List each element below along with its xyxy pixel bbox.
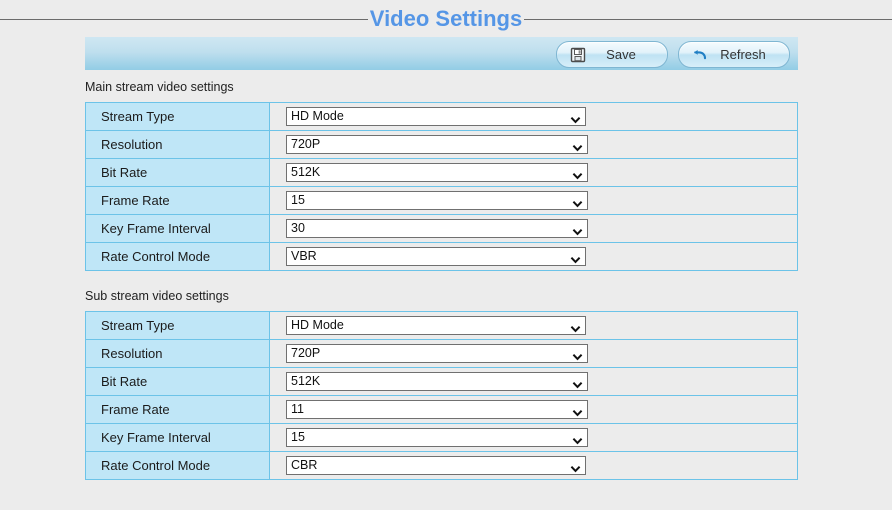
sub-frame-rate-select[interactable]: 11 — [286, 400, 588, 419]
floppy-disk-icon — [570, 47, 586, 63]
row-label: Stream Type — [86, 103, 270, 130]
chevron-down-icon — [572, 140, 583, 149]
table-row: Stream Type HD Mode — [86, 103, 797, 131]
sub-resolution-select[interactable]: 720P — [286, 344, 588, 363]
undo-arrow-icon — [692, 47, 708, 63]
main-stream-caption: Main stream video settings — [85, 79, 234, 95]
chevron-down-icon — [572, 405, 583, 414]
page-title-bar: Video Settings — [0, 4, 892, 34]
chevron-down-icon — [572, 168, 583, 177]
resolution-value: 720P — [291, 136, 320, 153]
row-value: 512K — [270, 368, 797, 395]
row-value: 30 — [270, 215, 797, 242]
refresh-button[interactable]: Refresh — [678, 41, 790, 68]
bit-rate-select[interactable]: 512K — [286, 163, 588, 182]
row-label: Rate Control Mode — [86, 452, 270, 479]
sub-stream-table: Stream Type HD Mode Resolution 720P Bit … — [85, 311, 798, 480]
sub-frame-rate-value: 11 — [291, 401, 304, 418]
row-value: 720P — [270, 131, 797, 158]
sub-key-frame-interval-value: 15 — [291, 429, 305, 446]
row-label: Bit Rate — [86, 368, 270, 395]
rate-control-mode-value: VBR — [291, 248, 317, 265]
frame-rate-select[interactable]: 15 — [286, 191, 588, 210]
row-label: Frame Rate — [86, 187, 270, 214]
row-label: Resolution — [86, 131, 270, 158]
sub-key-frame-interval-select[interactable]: 15 — [286, 428, 588, 447]
save-button[interactable]: Save — [556, 41, 668, 68]
table-row: Resolution 720P — [86, 131, 797, 159]
stream-type-value: HD Mode — [291, 108, 344, 125]
row-value: 15 — [270, 424, 797, 451]
bit-rate-value: 512K — [291, 164, 320, 181]
action-banner: Save Refresh — [85, 37, 798, 70]
chevron-down-icon — [572, 433, 583, 442]
table-row: Frame Rate 15 — [86, 187, 797, 215]
table-row: Key Frame Interval 15 — [86, 424, 797, 452]
banner-button-group: Save Refresh — [556, 41, 790, 68]
chevron-down-icon — [570, 461, 581, 470]
chevron-down-icon — [570, 252, 581, 261]
table-row: Rate Control Mode VBR — [86, 243, 797, 271]
sub-resolution-value: 720P — [291, 345, 320, 362]
main-stream-table: Stream Type HD Mode Resolution 720P Bit … — [85, 102, 798, 271]
row-value: HD Mode — [270, 312, 797, 339]
table-row: Rate Control Mode CBR — [86, 452, 797, 480]
row-label: Key Frame Interval — [86, 424, 270, 451]
sub-stream-type-value: HD Mode — [291, 317, 344, 334]
chevron-down-icon — [572, 224, 583, 233]
resolution-select[interactable]: 720P — [286, 135, 588, 154]
frame-rate-value: 15 — [291, 192, 305, 209]
chevron-down-icon — [572, 196, 583, 205]
row-value: 15 — [270, 187, 797, 214]
table-row: Stream Type HD Mode — [86, 312, 797, 340]
sub-stream-type-select[interactable]: HD Mode — [286, 316, 586, 335]
sub-rate-control-mode-value: CBR — [291, 457, 317, 474]
chevron-down-icon — [570, 321, 581, 330]
row-value: VBR — [270, 243, 797, 270]
table-row: Resolution 720P — [86, 340, 797, 368]
title-rule-right — [524, 19, 892, 20]
stream-type-select[interactable]: HD Mode — [286, 107, 586, 126]
key-frame-interval-select[interactable]: 30 — [286, 219, 588, 238]
chevron-down-icon — [572, 349, 583, 358]
table-row: Bit Rate 512K — [86, 368, 797, 396]
row-label: Frame Rate — [86, 396, 270, 423]
sub-bit-rate-select[interactable]: 512K — [286, 372, 588, 391]
row-label: Resolution — [86, 340, 270, 367]
row-label: Key Frame Interval — [86, 215, 270, 242]
chevron-down-icon — [572, 377, 583, 386]
table-row: Bit Rate 512K — [86, 159, 797, 187]
title-rule-left — [0, 19, 368, 20]
row-label: Bit Rate — [86, 159, 270, 186]
key-frame-interval-value: 30 — [291, 220, 305, 237]
sub-stream-caption: Sub stream video settings — [85, 288, 229, 304]
table-row: Frame Rate 11 — [86, 396, 797, 424]
row-value: CBR — [270, 452, 797, 479]
sub-rate-control-mode-select[interactable]: CBR — [286, 456, 586, 475]
row-value: 11 — [270, 396, 797, 423]
chevron-down-icon — [570, 112, 581, 121]
row-value: 720P — [270, 340, 797, 367]
row-value: 512K — [270, 159, 797, 186]
page-title: Video Settings — [368, 6, 524, 32]
sub-bit-rate-value: 512K — [291, 373, 320, 390]
row-label: Stream Type — [86, 312, 270, 339]
table-row: Key Frame Interval 30 — [86, 215, 797, 243]
row-value: HD Mode — [270, 103, 797, 130]
rate-control-mode-select[interactable]: VBR — [286, 247, 586, 266]
row-label: Rate Control Mode — [86, 243, 270, 270]
